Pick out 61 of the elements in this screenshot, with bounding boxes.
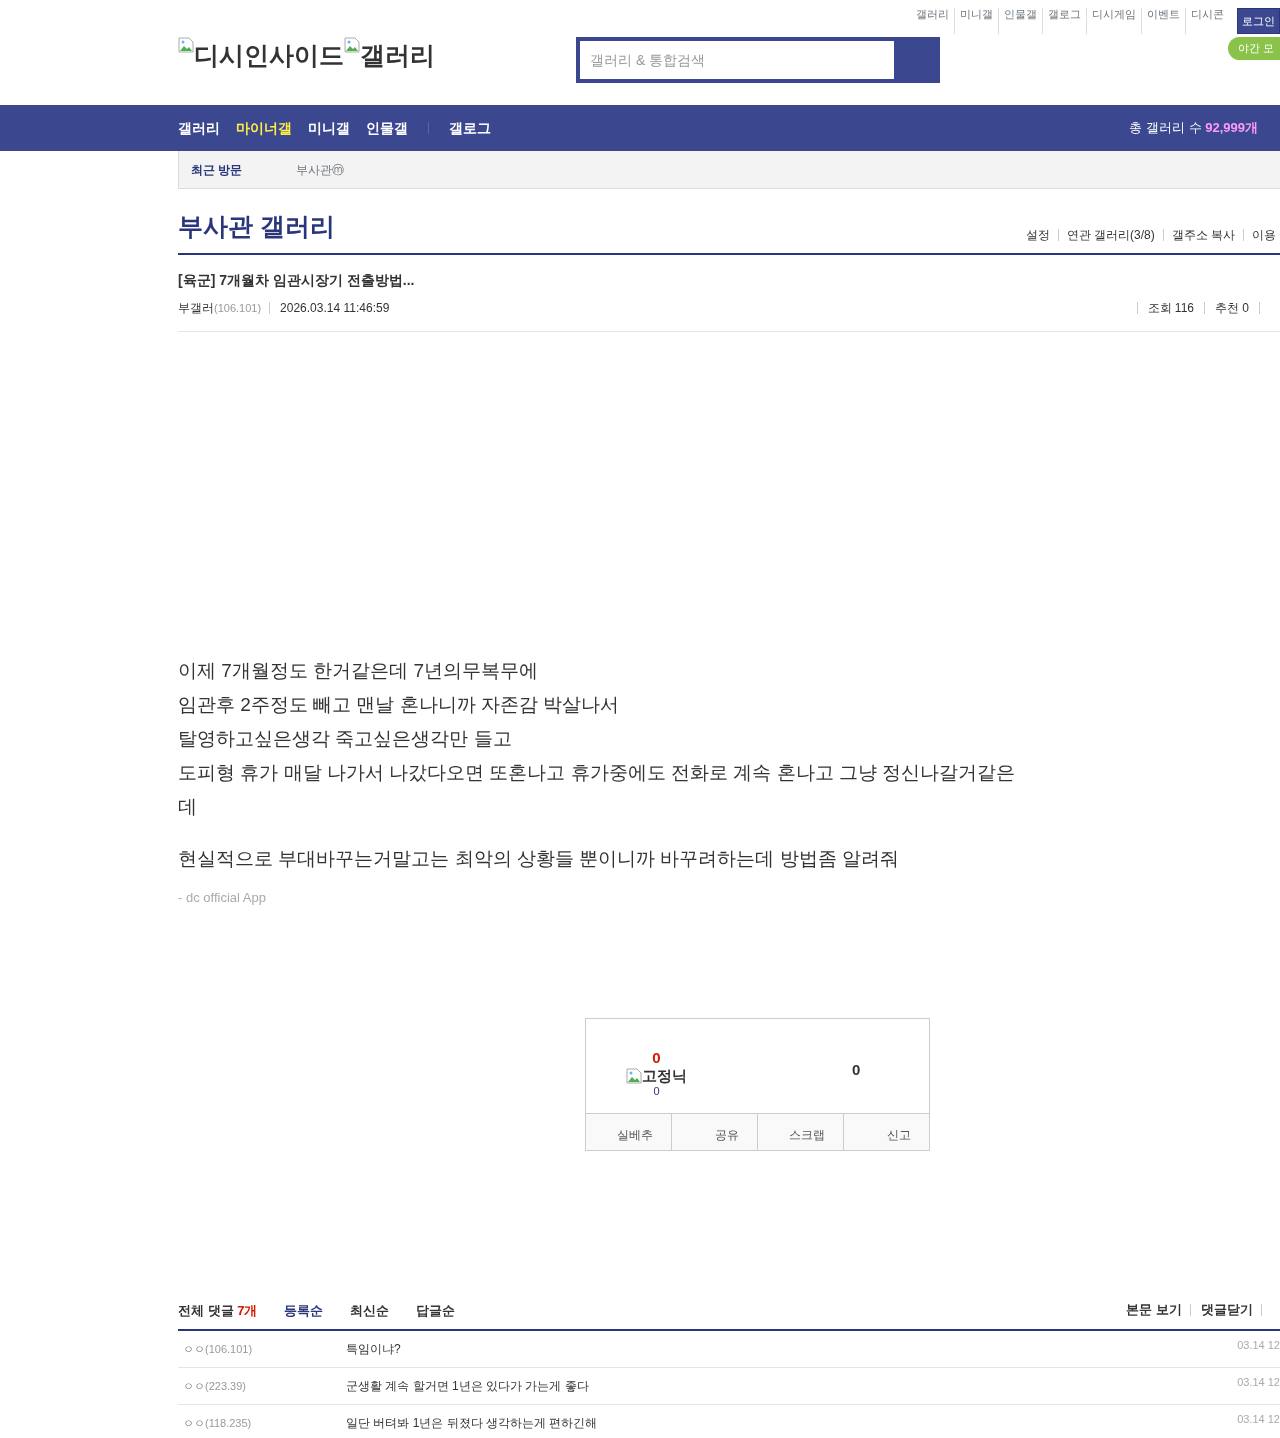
broken-image-icon	[626, 1067, 642, 1084]
comment-text: 군생활 계속 할거면 1년은 있다가 가는게 좋다	[346, 1378, 589, 1395]
gallery-count: 총 갤러리 수 92,999개	[1129, 119, 1258, 138]
top-link[interactable]: 디시게임	[1086, 8, 1141, 34]
nav-link[interactable]: 미니갤	[308, 117, 350, 139]
logo-image: 디시인사이드	[178, 37, 344, 75]
top-link[interactable]: 이벤트	[1141, 8, 1185, 34]
app-signature: - dc official App	[178, 889, 267, 907]
nav-link[interactable]: 갤러리	[178, 117, 220, 139]
comment-date: 03.14 12	[1237, 1338, 1280, 1353]
comment-author: ㅇㅇ(223.39)	[182, 1378, 247, 1394]
broken-image-icon	[344, 37, 360, 53]
post-title: [육군] 7개월차 임관시장기 전출방법...	[178, 271, 416, 290]
post-date: 2026.03.14 11:46:59	[269, 302, 390, 314]
recommend-count: 0	[652, 1048, 661, 1067]
comment-date: 03.14 12	[1237, 1375, 1280, 1390]
comment-link[interactable]: 본문 보기	[1116, 1304, 1190, 1317]
fixed-nick-image: 고정닉	[626, 1066, 687, 1085]
comment-text: 일단 버텨봐 1년은 뒤졌다 생각하는게 편하긴해	[346, 1415, 598, 1432]
vote-action-button[interactable]: 신고	[843, 1113, 929, 1150]
gallery-tool-link[interactable]: 갤주소 복사	[1162, 229, 1243, 241]
comment-author: ㅇㅇ(118.235)	[182, 1415, 253, 1431]
nav-link[interactable]: 마이너갤	[236, 117, 292, 139]
nav-link[interactable]: 갤로그	[449, 117, 491, 139]
top-link[interactable]: 갤러리	[911, 8, 954, 34]
top-link[interactable]: 미니갤	[954, 8, 998, 34]
gallery-tool-link[interactable]: 이용	[1243, 229, 1280, 241]
comment-link[interactable]: 댓글닫기	[1190, 1304, 1262, 1317]
login-button[interactable]: 로그인	[1237, 8, 1280, 34]
sort-tab[interactable]: 답글순	[416, 1300, 456, 1320]
post-author: 부갤러(106.101)	[178, 300, 262, 317]
body-text: 임관후 2주정도 빼고 맨날 혼나니까 자존감 박살나서	[178, 693, 621, 717]
comment-text: 특임이냐?	[346, 1341, 401, 1358]
body-text: 현실적으로 부대바꾸는거말고는 최악의 상황들 뿐이니까 바꾸려하는데 방법좀 알려줘	[178, 847, 900, 871]
comment-count: 전체 댓글 7개	[178, 1301, 258, 1320]
recommend-count: 추천 0	[1204, 302, 1260, 314]
logo-image: 갤러리	[344, 37, 435, 75]
body-text: 도피형 휴가 매달 나가서 나갔다오면 또혼나고 휴가중에도 전화로 계속 혼나고 그냥 정신나갈거같은데	[178, 761, 1017, 819]
gallery-tool-link[interactable]: 연관 갤러리(3/8)	[1057, 229, 1163, 241]
broken-image-icon	[178, 37, 194, 53]
nav-link[interactable]: 인물갤	[366, 117, 408, 139]
view-count: 조회 116	[1136, 302, 1204, 314]
recent-gallery-link[interactable]: 부사관ⓜ	[296, 160, 345, 179]
comment-date: 03.14 12	[1237, 1412, 1280, 1427]
top-link[interactable]: 갤로그	[1042, 8, 1086, 34]
body-text: 탈영하고싶은생각 죽고싶은생각만 들고	[178, 727, 513, 751]
fixed-nick-count: 0	[653, 1084, 660, 1098]
sort-tab[interactable]: 등록순	[284, 1300, 324, 1320]
body-text: 이제 7개월정도 한거같은데 7년의무복무에	[178, 659, 539, 683]
vote-action-button[interactable]: 공유	[671, 1113, 757, 1150]
downvote-count: 0	[852, 1059, 861, 1077]
gallery-title: 부사관 갤러리	[178, 211, 335, 241]
vote-action-button[interactable]: 실베추	[586, 1113, 671, 1150]
search-field[interactable]: 갤러리 & 통합검색	[576, 37, 940, 83]
sort-tab[interactable]: 최신순	[350, 1300, 390, 1320]
gallery-tool-link[interactable]: 설정	[1017, 229, 1058, 241]
top-link[interactable]: 인물갤	[998, 8, 1042, 34]
top-link[interactable]: 디시콘	[1185, 8, 1229, 34]
recent-label: 최근 방문	[191, 161, 243, 179]
comment-author: ㅇㅇ(106.101)	[182, 1341, 254, 1357]
vote-action-button[interactable]: 스크랩	[757, 1113, 843, 1150]
